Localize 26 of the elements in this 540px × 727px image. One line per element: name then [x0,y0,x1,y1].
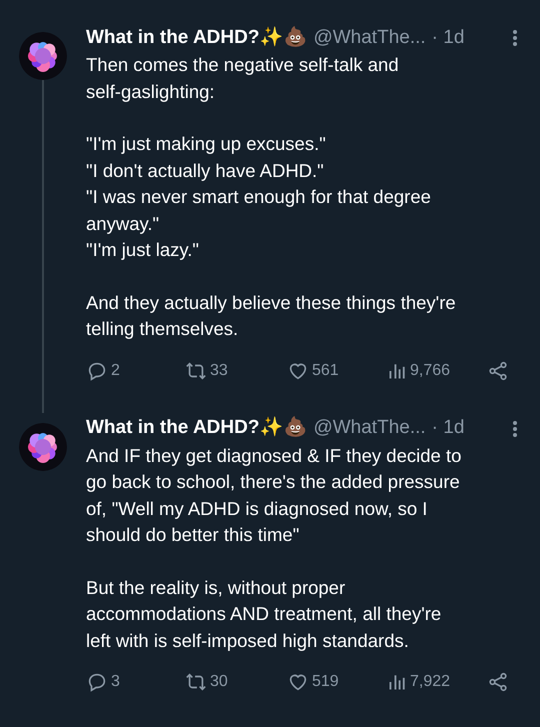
tweet-text: And they actually believe these things they're telling themselves. [86,290,457,341]
repost-button[interactable]: 33 [185,358,287,382]
share-icon[interactable] [487,360,509,382]
display-name[interactable]: What in the ADHD?✨💩 [86,414,308,443]
more-icon[interactable] [512,29,518,47]
user-handle[interactable]: @WhatThe... [313,24,426,52]
timestamp: · 1d [432,26,464,50]
share-icon[interactable] [487,671,509,693]
repost-icon [185,360,207,382]
display-name[interactable]: What in the ADHD?✨💩 [86,24,308,52]
reply-icon [86,671,108,693]
tweet-text: Then comes the negative self-talk and self-gaslighting: [86,53,400,104]
user-handle[interactable]: @WhatThe... [313,414,426,443]
like-button[interactable]: 519 [287,670,387,694]
tweet-text: But the reality is, without proper accommodations AND treatment, all they're left with is self-imposed high standards. [86,576,442,653]
like-button[interactable]: 561 [287,358,387,382]
repost-icon [185,671,207,693]
tweet-text: And IF they get diagnosed & IF they decide to go back to school, there's the added pressure of, "Well my ADHD is diagnosed now, so I should do better this time" [86,444,462,547]
reply-button[interactable]: 2 [86,358,185,382]
more-icon[interactable] [512,420,518,438]
reply-button[interactable]: 3 [86,670,185,694]
views-button[interactable]: 9,766 [387,358,487,382]
tweet-text: "I'm just making up excuses." "I don't actually have ADHD." "I was never smart enough for that degree anyway." "I'm just lazy." [86,132,432,262]
repost-button[interactable]: 30 [185,670,287,694]
timestamp: · 1d [432,416,464,440]
views-button[interactable]: 7,922 [387,670,487,694]
